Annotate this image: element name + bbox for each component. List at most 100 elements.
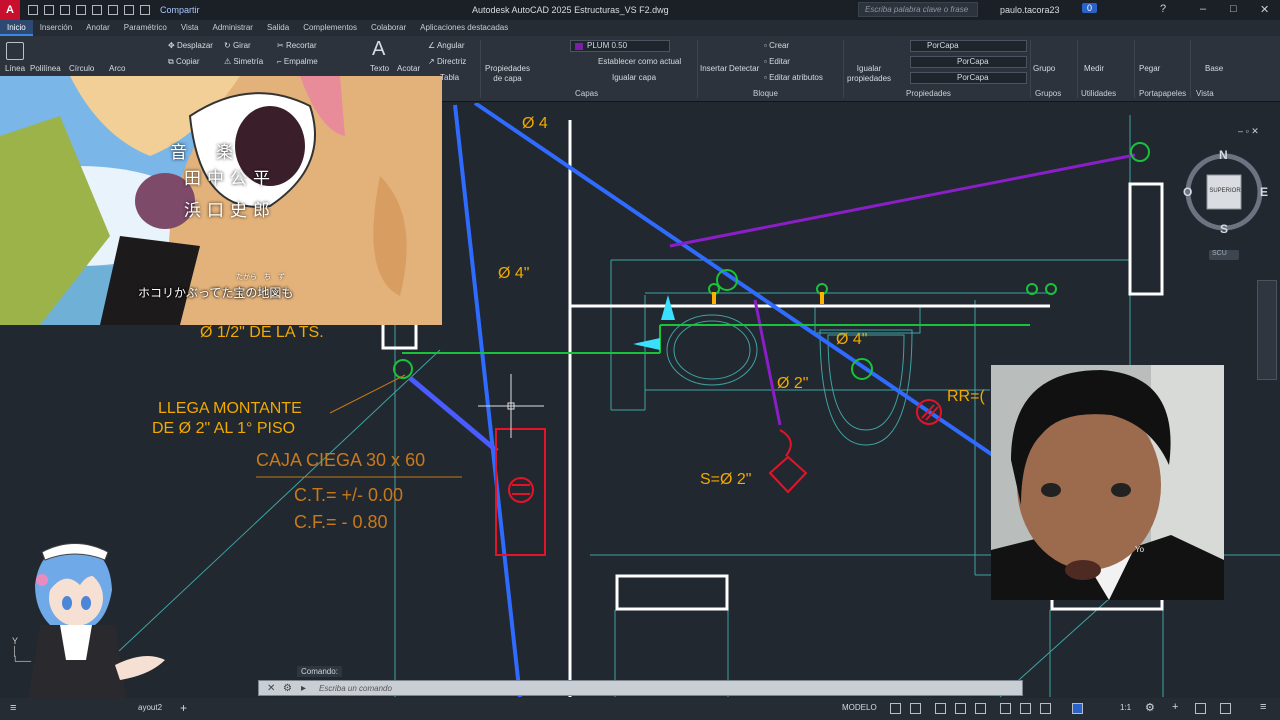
scale-dropdown[interactable]: 1:1	[1120, 703, 1131, 712]
dimension-button[interactable]: Acotar	[397, 64, 420, 73]
base-view-button[interactable]: Base	[1205, 64, 1223, 73]
lineweight-dropdown[interactable]: PorCapa	[910, 56, 1027, 68]
search-input[interactable]: Escriba palabra clave o frase	[858, 2, 978, 17]
ortho-icon[interactable]	[935, 703, 946, 714]
settings-gear-icon[interactable]: ⚙	[1145, 701, 1155, 714]
fillet-button[interactable]: ⌐ Empalme	[277, 57, 318, 66]
leader-button[interactable]: ↗ Directriz	[428, 57, 466, 66]
compass-west[interactable]: O	[1183, 185, 1192, 199]
customize-icon[interactable]: ≡	[1260, 701, 1266, 713]
edit-attributes-button[interactable]: ▫ Editar atributos	[764, 73, 823, 82]
command-settings-icon[interactable]: ⚙	[283, 683, 292, 694]
viewport-controls[interactable]: – ▫ ✕	[1238, 126, 1259, 137]
layer-properties-button[interactable]: Propiedades de capa	[485, 64, 530, 84]
grid-icon[interactable]	[890, 703, 901, 714]
save-as-icon[interactable]	[76, 5, 86, 15]
angular-button[interactable]: ∠ Angular	[428, 41, 465, 50]
view-panel-label[interactable]: Vista	[1196, 89, 1214, 98]
command-close-icon[interactable]: ✕	[267, 683, 275, 694]
rotate-button[interactable]: ↻ Girar	[224, 41, 251, 50]
arc-button[interactable]: Arco	[109, 64, 125, 73]
trim-button[interactable]: ✂ Recortar	[277, 41, 317, 50]
layers-panel-label[interactable]: Capas	[575, 89, 598, 98]
paste-button[interactable]: Pegar	[1139, 64, 1160, 73]
compass-east[interactable]: E	[1260, 185, 1268, 199]
tab-complementos[interactable]: Complementos	[296, 20, 364, 36]
edit-block-button[interactable]: ▫ Editar	[764, 57, 790, 66]
undo-icon[interactable]	[124, 5, 134, 15]
tab-inicio[interactable]: Inicio	[0, 20, 33, 36]
tab-insercion[interactable]: Inserción	[33, 20, 79, 36]
line-button[interactable]: Línea	[5, 64, 25, 73]
block-panel-label[interactable]: Bloque	[753, 89, 778, 98]
tab-colaborar[interactable]: Colaborar	[364, 20, 413, 36]
isolate-icon[interactable]	[1195, 703, 1206, 714]
polar-icon[interactable]	[955, 703, 966, 714]
add-layout-icon[interactable]: +	[180, 701, 187, 715]
insert-button[interactable]: Insertar	[700, 64, 727, 73]
set-current-button[interactable]: Establecer como actual	[598, 57, 681, 66]
tab-parametrico[interactable]: Paramétrico	[117, 20, 174, 36]
properties-panel-label[interactable]: Propiedades	[906, 89, 951, 98]
tab-vista[interactable]: Vista	[174, 20, 206, 36]
create-block-button[interactable]: ▫ Crear	[764, 41, 789, 50]
annotation-icon[interactable]	[1072, 703, 1083, 714]
hamburger-icon[interactable]: ≡	[10, 702, 16, 714]
viewcube-face[interactable]: SUPERIOR	[1208, 188, 1242, 194]
move-button[interactable]: ✥ Desplazar	[168, 41, 213, 50]
tab-salida[interactable]: Salida	[260, 20, 296, 36]
model-space-toggle[interactable]: MODELO	[842, 703, 877, 712]
print-icon[interactable]	[108, 5, 118, 15]
notification-badge[interactable]: 0	[1082, 3, 1098, 13]
clipboard-panel-label[interactable]: Portapapeles	[1139, 89, 1186, 98]
line-icon[interactable]	[6, 42, 24, 62]
lineweight-icon[interactable]	[1020, 703, 1031, 714]
viewcube[interactable]: N S E O SUPERIOR SCU	[1182, 148, 1272, 260]
save-icon[interactable]	[60, 5, 70, 15]
ucs-menu[interactable]: SCU	[1212, 250, 1227, 257]
circle-button[interactable]: Círculo	[69, 64, 94, 73]
command-input[interactable]: Escriba un comando	[319, 684, 392, 693]
match-properties-button[interactable]: Igualar propiedades	[847, 64, 891, 84]
group-button[interactable]: Grupo	[1033, 64, 1055, 73]
polyline-button[interactable]: Polilínea	[30, 64, 61, 73]
navigation-bar[interactable]	[1257, 280, 1277, 380]
transparency-icon[interactable]	[1040, 703, 1051, 714]
user-account[interactable]: paulo.tacora23	[1000, 5, 1060, 15]
open-folder-icon[interactable]	[44, 5, 54, 15]
tab-layout2[interactable]: ayout2	[138, 703, 162, 712]
detect-button[interactable]: Detectar	[729, 64, 759, 73]
tab-aplicaciones[interactable]: Aplicaciones destacadas	[413, 20, 515, 36]
compass-north[interactable]: N	[1219, 148, 1228, 162]
new-file-icon[interactable]	[28, 5, 38, 15]
application-menu-button[interactable]: A	[0, 0, 20, 20]
groups-panel-label[interactable]: Grupos	[1035, 89, 1061, 98]
compass-south[interactable]: S	[1220, 222, 1228, 236]
measure-button[interactable]: Medir	[1084, 64, 1104, 73]
table-button[interactable]: Tabla	[440, 73, 459, 82]
text-button[interactable]: Texto	[370, 64, 389, 73]
mirror-button[interactable]: ⚠ Simetría	[224, 57, 263, 66]
redo-icon[interactable]	[140, 5, 150, 15]
minimize-icon[interactable]: –	[1200, 3, 1206, 15]
match-layer-button[interactable]: Igualar capa	[612, 73, 656, 82]
layer-dropdown[interactable]: PLUM 0.50	[570, 40, 670, 52]
command-prompt-icon[interactable]: ▸	[301, 683, 306, 694]
tab-administrar[interactable]: Administrar	[206, 20, 260, 36]
color-dropdown[interactable]: PorCapa	[910, 40, 1027, 52]
command-line[interactable]: ✕ ⚙ ▸ Escriba un comando	[258, 680, 1023, 696]
help-icon[interactable]: ?	[1160, 3, 1166, 15]
close-icon[interactable]: ✕	[1260, 3, 1269, 16]
utilities-panel-label[interactable]: Utilidades	[1081, 89, 1116, 98]
tab-anotar[interactable]: Anotar	[79, 20, 117, 36]
cloud-icon[interactable]	[92, 5, 102, 15]
plus-icon[interactable]: +	[1172, 701, 1178, 713]
maximize-icon[interactable]: □	[1230, 3, 1237, 15]
copy-button[interactable]: ⧉ Copiar	[168, 57, 200, 67]
otrack-icon[interactable]	[1000, 703, 1011, 714]
linetype-dropdown[interactable]: PorCapa	[910, 72, 1027, 84]
text-icon[interactable]: A	[372, 38, 385, 61]
share-button[interactable]: Compartir	[160, 5, 200, 15]
fullscreen-icon[interactable]	[1220, 703, 1231, 714]
snap-icon[interactable]	[910, 703, 921, 714]
